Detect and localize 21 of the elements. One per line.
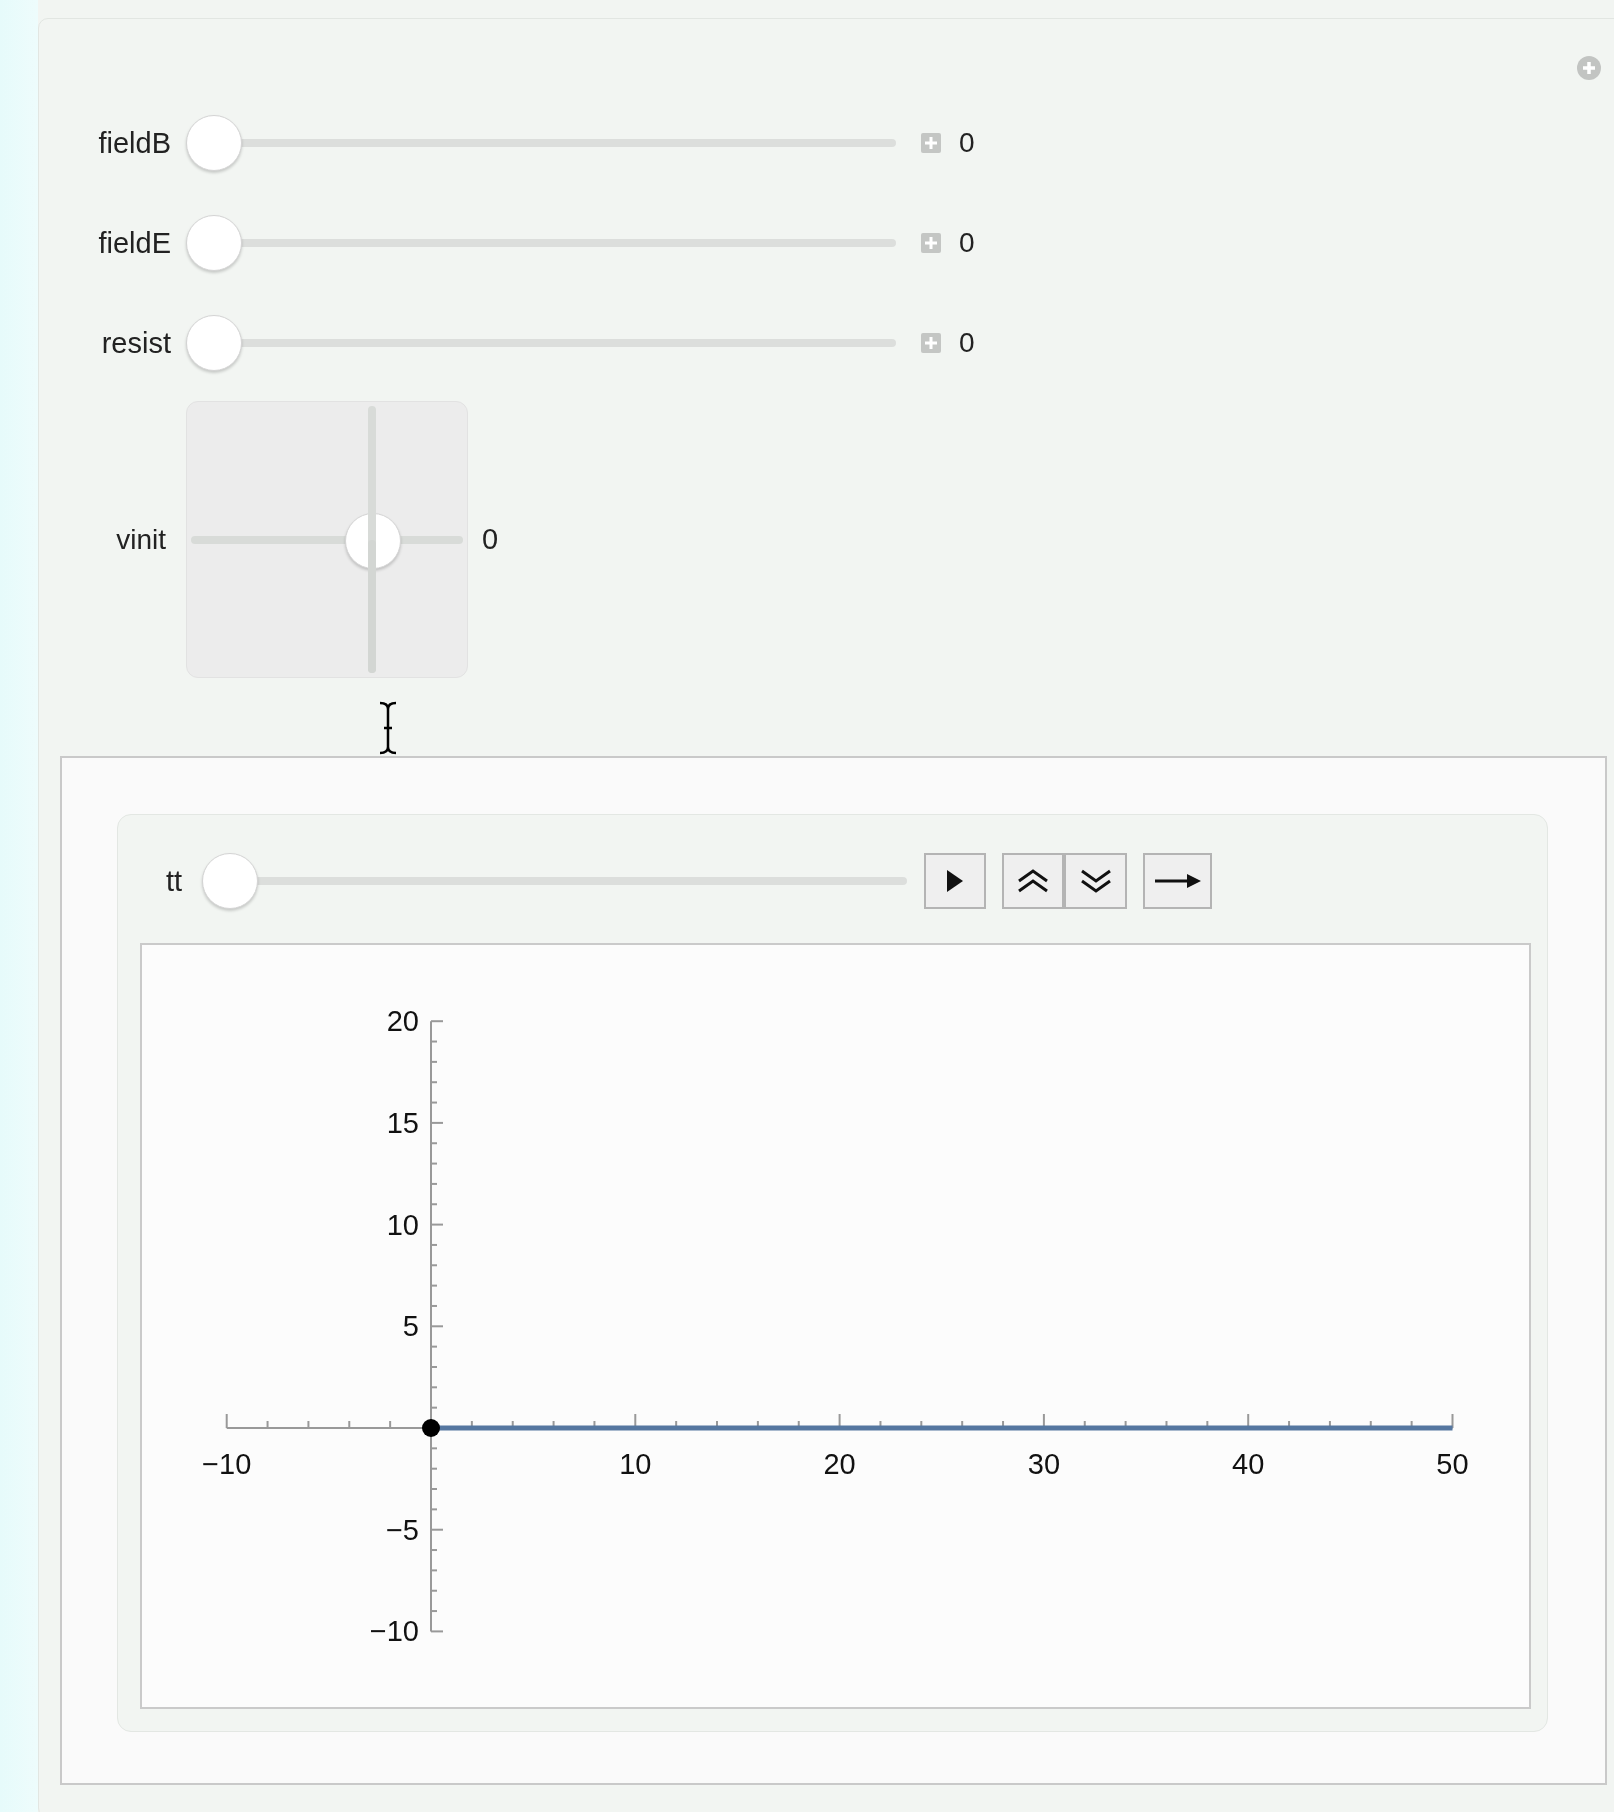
x-tick-label: 50 — [1436, 1448, 1469, 1480]
x-tick-label: 40 — [1232, 1448, 1265, 1480]
slider-value: 0 — [959, 327, 975, 359]
slider-label: resist — [100, 326, 171, 360]
pad-label: vinit — [115, 523, 166, 556]
slider-label: fieldB — [97, 126, 171, 160]
pad-value: 0 — [482, 523, 499, 556]
x-tick-label: 30 — [1027, 1448, 1061, 1480]
y-tick-label: 10 — [386, 1208, 419, 1241]
y-tick-label: 15 — [386, 1106, 419, 1139]
x-tick-label: 20 — [823, 1448, 856, 1480]
slider-label: fieldE — [97, 226, 171, 260]
y-tick-label: −10 — [369, 1615, 419, 1648]
slider-value: 0 — [959, 127, 975, 159]
y-tick-label: 20 — [386, 1005, 419, 1038]
y-tick-label: −5 — [385, 1513, 419, 1546]
y-tick-label: 5 — [402, 1310, 419, 1343]
slider-label: tt — [164, 864, 182, 898]
slider-value: 0 — [959, 227, 975, 259]
x-tick-label: 10 — [619, 1448, 652, 1480]
x-tick-label: −10 — [202, 1448, 252, 1480]
